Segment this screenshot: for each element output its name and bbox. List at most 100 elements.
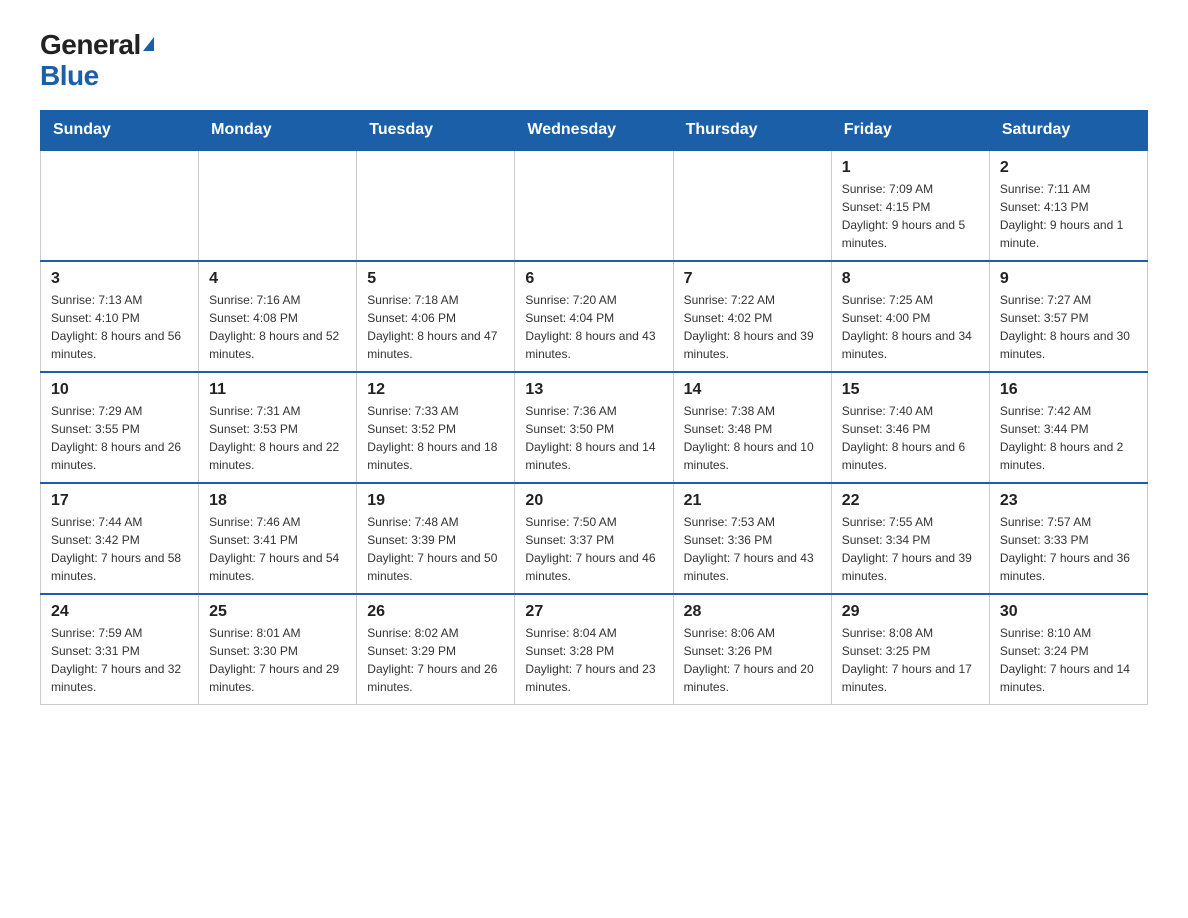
day-number: 4 <box>209 270 346 288</box>
day-info: Sunrise: 7:22 AMSunset: 4:02 PMDaylight:… <box>684 291 821 363</box>
day-info: Sunrise: 8:01 AMSunset: 3:30 PMDaylight:… <box>209 624 346 696</box>
day-number: 6 <box>525 270 662 288</box>
day-info: Sunrise: 7:16 AMSunset: 4:08 PMDaylight:… <box>209 291 346 363</box>
calendar-cell: 9 Sunrise: 7:27 AMSunset: 3:57 PMDaylight… <box>989 261 1147 372</box>
day-info: Sunrise: 7:31 AMSunset: 3:53 PMDaylight:… <box>209 402 346 474</box>
day-number: 27 <box>525 603 662 621</box>
day-number: 12 <box>367 381 504 399</box>
calendar-day-header: Tuesday <box>357 110 515 150</box>
calendar-week-row: 3 Sunrise: 7:13 AMSunset: 4:10 PMDaylight… <box>41 261 1148 372</box>
day-info: Sunrise: 7:25 AMSunset: 4:00 PMDaylight:… <box>842 291 979 363</box>
logo-arrow-icon <box>143 37 154 51</box>
day-number: 30 <box>1000 603 1137 621</box>
calendar-cell: 3 Sunrise: 7:13 AMSunset: 4:10 PMDaylight… <box>41 261 199 372</box>
day-info: Sunrise: 8:08 AMSunset: 3:25 PMDaylight:… <box>842 624 979 696</box>
calendar-cell <box>41 150 199 261</box>
calendar-cell <box>673 150 831 261</box>
calendar-week-row: 1 Sunrise: 7:09 AMSunset: 4:15 PMDaylight… <box>41 150 1148 261</box>
calendar-cell: 12 Sunrise: 7:33 AMSunset: 3:52 PMDayligh… <box>357 372 515 483</box>
day-info: Sunrise: 7:46 AMSunset: 3:41 PMDaylight:… <box>209 513 346 585</box>
calendar-cell: 17 Sunrise: 7:44 AMSunset: 3:42 PMDayligh… <box>41 483 199 594</box>
day-number: 3 <box>51 270 188 288</box>
day-info: Sunrise: 7:48 AMSunset: 3:39 PMDaylight:… <box>367 513 504 585</box>
calendar-cell: 8 Sunrise: 7:25 AMSunset: 4:00 PMDaylight… <box>831 261 989 372</box>
day-number: 14 <box>684 381 821 399</box>
calendar-cell: 26 Sunrise: 8:02 AMSunset: 3:29 PMDayligh… <box>357 594 515 705</box>
calendar-cell: 25Sunrise: 8:01 AMSunset: 3:30 PMDayligh… <box>199 594 357 705</box>
day-info: Sunrise: 7:18 AMSunset: 4:06 PMDaylight:… <box>367 291 504 363</box>
calendar-cell: 19 Sunrise: 7:48 AMSunset: 3:39 PMDayligh… <box>357 483 515 594</box>
calendar-cell: 16Sunrise: 7:42 AMSunset: 3:44 PMDayligh… <box>989 372 1147 483</box>
day-info: Sunrise: 7:13 AMSunset: 4:10 PMDaylight:… <box>51 291 188 363</box>
calendar-cell: 27 Sunrise: 8:04 AMSunset: 3:28 PMDayligh… <box>515 594 673 705</box>
day-info: Sunrise: 7:09 AMSunset: 4:15 PMDaylight:… <box>842 180 979 252</box>
day-info: Sunrise: 7:38 AMSunset: 3:48 PMDaylight:… <box>684 402 821 474</box>
day-number: 28 <box>684 603 821 621</box>
calendar-cell: 22 Sunrise: 7:55 AMSunset: 3:34 PMDayligh… <box>831 483 989 594</box>
logo-blue: Blue <box>40 61 99 92</box>
logo-general: General <box>40 30 154 61</box>
day-number: 22 <box>842 492 979 510</box>
day-number: 29 <box>842 603 979 621</box>
day-number: 7 <box>684 270 821 288</box>
calendar-cell: 5 Sunrise: 7:18 AMSunset: 4:06 PMDaylight… <box>357 261 515 372</box>
day-info: Sunrise: 7:53 AMSunset: 3:36 PMDaylight:… <box>684 513 821 585</box>
day-number: 26 <box>367 603 504 621</box>
day-number: 5 <box>367 270 504 288</box>
day-number: 11 <box>209 381 346 399</box>
day-info: Sunrise: 7:33 AMSunset: 3:52 PMDaylight:… <box>367 402 504 474</box>
calendar-cell: 13 Sunrise: 7:36 AMSunset: 3:50 PMDayligh… <box>515 372 673 483</box>
calendar-cell: 15Sunrise: 7:40 AMSunset: 3:46 PMDayligh… <box>831 372 989 483</box>
calendar-day-header: Friday <box>831 110 989 150</box>
calendar-day-header: Monday <box>199 110 357 150</box>
day-info: Sunrise: 7:29 AMSunset: 3:55 PMDaylight:… <box>51 402 188 474</box>
day-info: Sunrise: 7:55 AMSunset: 3:34 PMDaylight:… <box>842 513 979 585</box>
day-number: 23 <box>1000 492 1137 510</box>
day-number: 8 <box>842 270 979 288</box>
calendar-cell: 1 Sunrise: 7:09 AMSunset: 4:15 PMDaylight… <box>831 150 989 261</box>
day-info: Sunrise: 8:02 AMSunset: 3:29 PMDaylight:… <box>367 624 504 696</box>
calendar-day-header: Saturday <box>989 110 1147 150</box>
calendar-cell: 28Sunrise: 8:06 AMSunset: 3:26 PMDayligh… <box>673 594 831 705</box>
day-number: 1 <box>842 159 979 177</box>
day-info: Sunrise: 7:44 AMSunset: 3:42 PMDaylight:… <box>51 513 188 585</box>
calendar-cell: 4 Sunrise: 7:16 AMSunset: 4:08 PMDaylight… <box>199 261 357 372</box>
calendar-day-header: Thursday <box>673 110 831 150</box>
calendar-week-row: 10 Sunrise: 7:29 AMSunset: 3:55 PMDayligh… <box>41 372 1148 483</box>
day-number: 24 <box>51 603 188 621</box>
day-number: 17 <box>51 492 188 510</box>
day-number: 19 <box>367 492 504 510</box>
day-info: Sunrise: 8:10 AMSunset: 3:24 PMDaylight:… <box>1000 624 1137 696</box>
day-info: Sunrise: 8:04 AMSunset: 3:28 PMDaylight:… <box>525 624 662 696</box>
day-number: 13 <box>525 381 662 399</box>
calendar-cell: 23 Sunrise: 7:57 AMSunset: 3:33 PMDayligh… <box>989 483 1147 594</box>
calendar-cell: 11 Sunrise: 7:31 AMSunset: 3:53 PMDayligh… <box>199 372 357 483</box>
calendar-cell <box>199 150 357 261</box>
day-info: Sunrise: 7:59 AMSunset: 3:31 PMDaylight:… <box>51 624 188 696</box>
calendar-header-row: SundayMondayTuesdayWednesdayThursdayFrid… <box>41 110 1148 150</box>
calendar-cell <box>515 150 673 261</box>
day-info: Sunrise: 7:27 AMSunset: 3:57 PMDaylight:… <box>1000 291 1137 363</box>
calendar-cell: 2Sunrise: 7:11 AMSunset: 4:13 PMDaylight… <box>989 150 1147 261</box>
calendar-day-header: Wednesday <box>515 110 673 150</box>
calendar-cell: 14 Sunrise: 7:38 AMSunset: 3:48 PMDayligh… <box>673 372 831 483</box>
day-info: Sunrise: 7:42 AMSunset: 3:44 PMDaylight:… <box>1000 402 1137 474</box>
calendar-cell: 24 Sunrise: 7:59 AMSunset: 3:31 PMDayligh… <box>41 594 199 705</box>
calendar-week-row: 17 Sunrise: 7:44 AMSunset: 3:42 PMDayligh… <box>41 483 1148 594</box>
calendar-cell: 21Sunrise: 7:53 AMSunset: 3:36 PMDayligh… <box>673 483 831 594</box>
calendar-cell: 29 Sunrise: 8:08 AMSunset: 3:25 PMDayligh… <box>831 594 989 705</box>
day-number: 9 <box>1000 270 1137 288</box>
day-info: Sunrise: 7:36 AMSunset: 3:50 PMDaylight:… <box>525 402 662 474</box>
calendar-cell: 20Sunrise: 7:50 AMSunset: 3:37 PMDayligh… <box>515 483 673 594</box>
day-info: Sunrise: 7:11 AMSunset: 4:13 PMDaylight:… <box>1000 180 1137 252</box>
calendar-cell: 10 Sunrise: 7:29 AMSunset: 3:55 PMDayligh… <box>41 372 199 483</box>
day-info: Sunrise: 7:40 AMSunset: 3:46 PMDaylight:… <box>842 402 979 474</box>
day-number: 20 <box>525 492 662 510</box>
logo: General Blue <box>40 30 154 92</box>
calendar-day-header: Sunday <box>41 110 199 150</box>
calendar-cell: 6Sunrise: 7:20 AMSunset: 4:04 PMDaylight… <box>515 261 673 372</box>
calendar-cell: 18Sunrise: 7:46 AMSunset: 3:41 PMDayligh… <box>199 483 357 594</box>
day-info: Sunrise: 7:57 AMSunset: 3:33 PMDaylight:… <box>1000 513 1137 585</box>
calendar-cell: 7 Sunrise: 7:22 AMSunset: 4:02 PMDaylight… <box>673 261 831 372</box>
day-number: 10 <box>51 381 188 399</box>
